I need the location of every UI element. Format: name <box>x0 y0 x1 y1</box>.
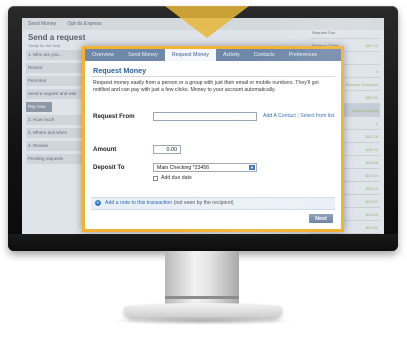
tab-contacts[interactable]: Contacts <box>247 49 282 61</box>
stand-base <box>124 303 282 317</box>
dialog-title: Request Money <box>93 66 147 75</box>
background-row-label: Request Due <box>312 29 336 35</box>
screen: Send Money Opt-Its Express Send a reques… <box>22 18 384 238</box>
background-left-panel: 1. Who are you... Recent Personal Send a… <box>26 50 86 230</box>
intro-text: Request money easily from a person or a … <box>93 80 319 93</box>
background-block[interactable]: 1. Who are you... <box>26 50 86 60</box>
contact-links: Add A Contact | Select from list <box>263 113 334 119</box>
request-money-dialog: Overview Send Money Request Money Activity C… <box>82 46 344 232</box>
monitor-scene: Send Money Opt-Its Express Send a reques… <box>0 0 407 358</box>
amount-input[interactable]: 0.00 <box>153 145 181 154</box>
background-row-value: $24.65 <box>365 211 378 217</box>
background-row-value: Request Acted <box>351 107 378 113</box>
background-row-value: $31.44 <box>365 172 378 178</box>
deposit-to-select[interactable]: Main Checking *23456 ▼ <box>153 163 257 172</box>
background-row-value: 0 <box>375 120 378 126</box>
background-title: Send a request <box>28 33 86 42</box>
background-row-value: $28.10 <box>365 185 378 191</box>
add-due-date-checkbox[interactable] <box>153 176 158 181</box>
background-block[interactable]: 2. How much <box>26 115 86 125</box>
tab-bar: Overview Send Money Request Money Activity C… <box>85 49 341 61</box>
background-row-value: $65.31 <box>365 94 378 100</box>
background-row-value: $52.18 <box>365 133 378 139</box>
background-row-value: $20.30 <box>365 224 378 230</box>
background-block[interactable]: 3. Where and when <box>26 128 86 138</box>
title-divider <box>91 76 335 77</box>
background-button[interactable]: Pay now <box>26 102 52 112</box>
deposit-to-label: Deposit To <box>93 164 125 171</box>
background-block[interactable]: Send a request and wait <box>26 89 86 99</box>
chevron-down-icon[interactable]: ▼ <box>249 165 255 170</box>
tab-send-money[interactable]: Send Money <box>121 49 165 61</box>
add-note-icon[interactable]: + <box>95 200 101 206</box>
background-nav-item[interactable]: Opt-Its Express <box>67 21 101 27</box>
add-contact-link[interactable]: Add A Contact <box>263 113 296 119</box>
tab-activity[interactable]: Activity <box>216 49 247 61</box>
stand-slot <box>165 296 239 299</box>
stand-neck <box>165 251 239 309</box>
background-subtitle: Today for the Subj <box>28 43 61 48</box>
add-due-date-label: Add due date <box>161 175 192 181</box>
background-block: Recent <box>26 63 86 73</box>
background-nav-item[interactable]: Send Money <box>28 21 56 27</box>
background-row-value: 0 <box>375 68 378 74</box>
background-row-value: $33.88 <box>365 159 378 165</box>
tab-preferences[interactable]: Preferences <box>282 49 325 61</box>
amount-label: Amount <box>93 146 117 153</box>
select-from-list-link[interactable]: Select from list <box>300 113 334 119</box>
add-note-hint: (not seen by the recipient) <box>172 200 234 206</box>
next-button[interactable]: Next <box>309 214 333 223</box>
background-row: Request Due <box>310 26 380 39</box>
request-from-input[interactable] <box>153 112 257 121</box>
link-separator: | <box>297 113 299 119</box>
background-row-value: Balance Schedule <box>345 81 378 87</box>
tab-request-money[interactable]: Request Money <box>164 49 216 61</box>
deposit-to-value: Main Checking *23456 <box>157 165 210 171</box>
background-block[interactable]: 4. Review <box>26 141 86 151</box>
note-bar: + Add a note to this transaction (not se… <box>91 197 335 210</box>
request-from-label: Request From <box>93 113 135 120</box>
tab-overview[interactable]: Overview <box>85 49 121 61</box>
background-row-value: $26.02 <box>365 198 378 204</box>
stand-shadow <box>110 317 296 325</box>
light-cone <box>165 6 249 38</box>
monitor-bezel: Send Money Opt-Its Express Send a reques… <box>8 6 398 251</box>
background-block[interactable]: Pending requests <box>26 154 86 164</box>
add-note-link-text[interactable]: Add a note to this transaction <box>105 200 172 206</box>
background-row-value: $82.14 <box>365 42 378 48</box>
background-row-value: $38.70 <box>365 146 378 152</box>
monitor-chin <box>8 234 398 251</box>
add-note-link[interactable]: Add a note to this transaction (not seen… <box>105 200 234 206</box>
background-block[interactable]: Personal <box>26 76 86 86</box>
